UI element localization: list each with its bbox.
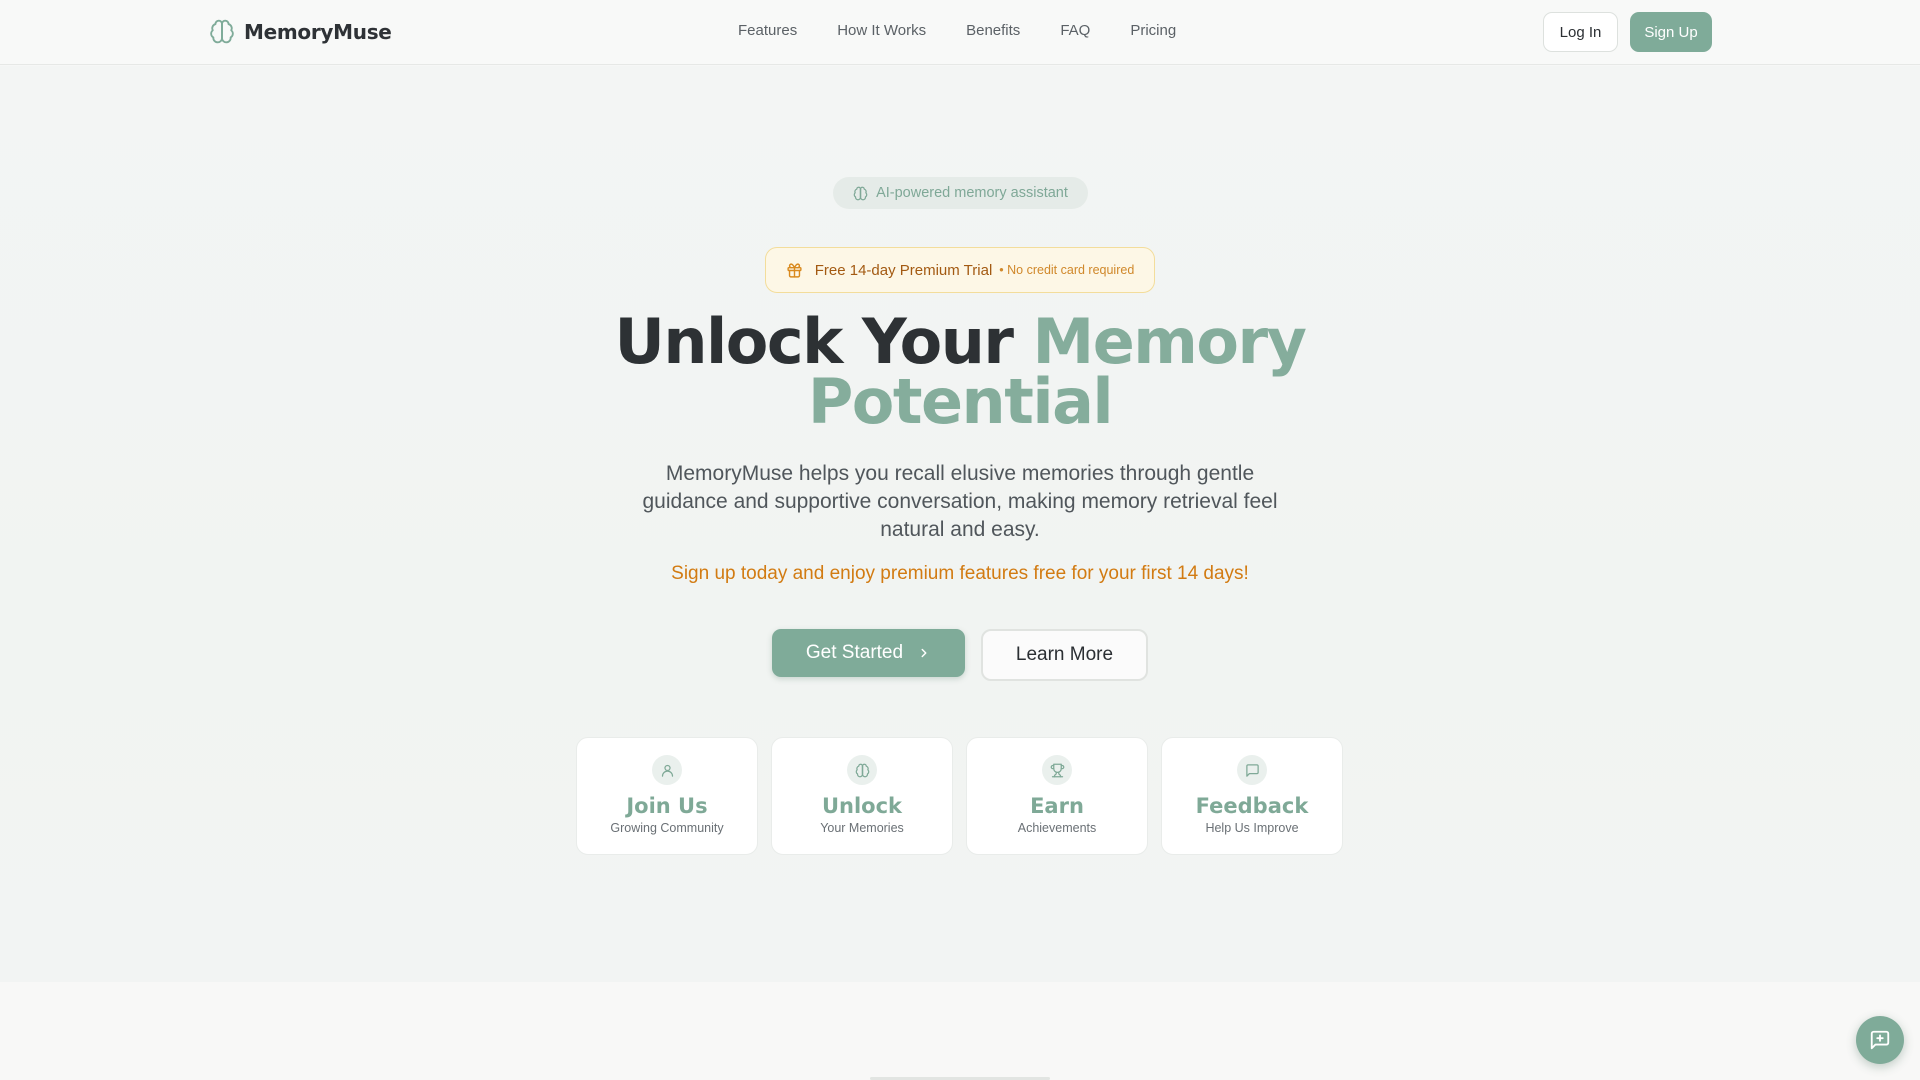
brain-icon bbox=[853, 186, 868, 200]
nav-link-benefits[interactable]: Benefits bbox=[966, 22, 1020, 39]
ai-badge: AI-powered memory assistant bbox=[833, 177, 1088, 209]
next-section bbox=[0, 982, 1920, 1080]
card-icon-bg bbox=[652, 755, 682, 785]
brain-icon bbox=[210, 19, 234, 44]
nav-link-how-it-works[interactable]: How It Works bbox=[837, 22, 926, 39]
chevron-right-icon bbox=[921, 648, 927, 658]
signup-button[interactable]: Sign Up bbox=[1630, 12, 1712, 52]
brain-icon bbox=[855, 763, 869, 777]
ai-badge-label: AI-powered memory assistant bbox=[876, 185, 1068, 201]
feature-cards: Join Us Growing Community Unlock Your Me… bbox=[576, 737, 1343, 855]
chat-button[interactable] bbox=[1856, 1016, 1904, 1064]
login-button[interactable]: Log In bbox=[1543, 12, 1618, 52]
hero-subtitle: MemoryMuse helps you recall elusive memo… bbox=[642, 462, 1278, 541]
card-title: Earn bbox=[1030, 794, 1084, 818]
card-icon-bg bbox=[847, 755, 877, 785]
card-title: Join Us bbox=[626, 794, 708, 818]
nav-link-pricing[interactable]: Pricing bbox=[1130, 22, 1176, 39]
card-title: Unlock bbox=[821, 794, 903, 818]
card-subtitle: Your Memories bbox=[820, 821, 904, 835]
card-subtitle: Help Us Improve bbox=[1205, 821, 1299, 835]
hero-title-accent2: Potential bbox=[807, 365, 1114, 438]
brand-logo[interactable]: MemoryMuse bbox=[209, 18, 392, 45]
learn-more-button[interactable]: Learn More bbox=[981, 629, 1148, 681]
message-icon bbox=[1245, 763, 1259, 777]
card-join-us[interactable]: Join Us Growing Community bbox=[576, 737, 758, 855]
hero-title: Unlock Your Memory Potential bbox=[560, 311, 1360, 433]
card-icon-bg bbox=[1237, 755, 1267, 785]
trial-banner: Free 14-day Premium Trial • No credit ca… bbox=[765, 247, 1155, 293]
card-unlock[interactable]: Unlock Your Memories bbox=[771, 737, 953, 855]
card-icon-bg bbox=[1042, 755, 1072, 785]
card-subtitle: Growing Community bbox=[610, 821, 724, 835]
trial-note: • No credit card required bbox=[999, 263, 1135, 277]
top-navbar: MemoryMuse Features How It Works Benefit… bbox=[0, 0, 1920, 65]
trial-title: Free 14-day Premium Trial bbox=[814, 261, 993, 279]
user-icon bbox=[661, 764, 673, 777]
gift-icon bbox=[787, 262, 802, 278]
trophy-icon bbox=[1050, 763, 1064, 777]
message-plus-icon bbox=[1870, 1030, 1890, 1050]
card-title: Feedback bbox=[1195, 794, 1309, 818]
card-subtitle: Achievements bbox=[1017, 821, 1097, 835]
card-feedback[interactable]: Feedback Help Us Improve bbox=[1161, 737, 1343, 855]
nav-link-features[interactable]: Features bbox=[738, 22, 797, 39]
promo-text: Sign up today and enjoy premium features… bbox=[671, 563, 1249, 584]
nav-link-faq[interactable]: FAQ bbox=[1060, 22, 1090, 39]
card-earn[interactable]: Earn Achievements bbox=[966, 737, 1148, 855]
get-started-button[interactable]: Get Started bbox=[772, 629, 965, 677]
get-started-label: Get Started bbox=[805, 642, 904, 663]
main-nav: Features How It Works Benefits FAQ Prici… bbox=[738, 22, 1216, 39]
brand-name: MemoryMuse bbox=[244, 19, 392, 44]
